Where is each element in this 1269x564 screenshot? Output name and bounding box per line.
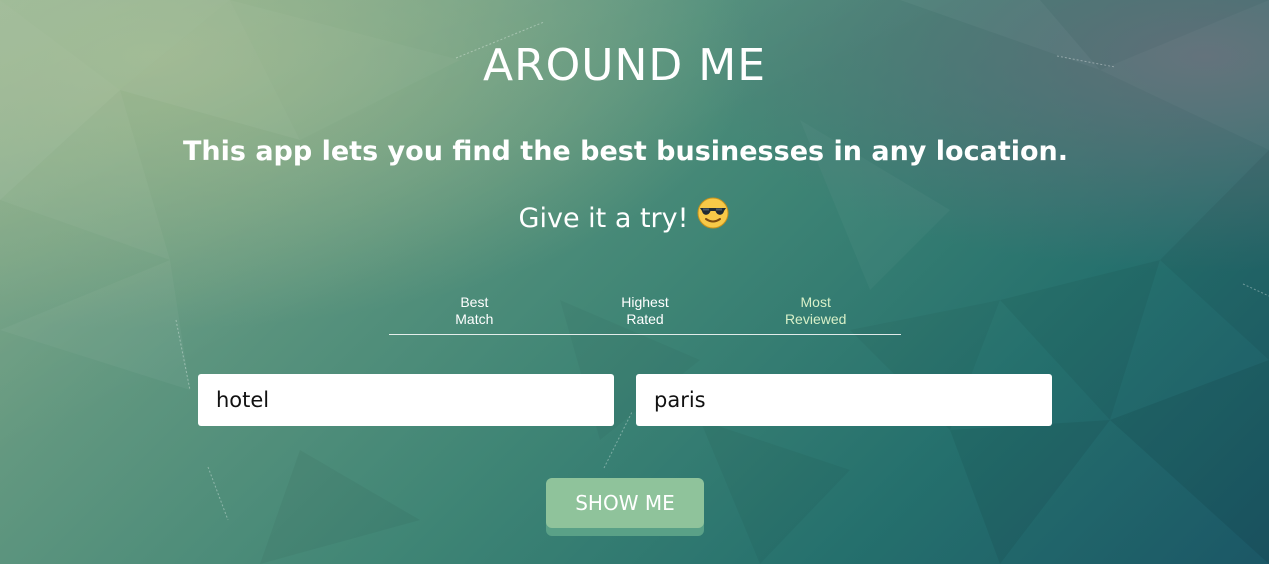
app-description: This app lets you find the best business… [182, 136, 1069, 167]
call-to-action-text: Give it a try! [518, 203, 689, 234]
tab-label-line2: Match [455, 311, 494, 327]
tab-best-match[interactable]: Best Match [389, 294, 560, 334]
tab-label-line1: Best [460, 294, 489, 310]
tab-most-reviewed[interactable]: Most Reviewed [730, 294, 901, 334]
page-title: AROUND ME [482, 40, 767, 91]
tab-label-line1: Highest [621, 294, 669, 310]
tab-highest-rated[interactable]: Highest Rated [560, 294, 731, 334]
search-form [198, 374, 1052, 426]
search-term-input[interactable] [198, 374, 614, 426]
tab-label-line2: Reviewed [784, 311, 847, 327]
sort-tabs: Best Match Highest Rated Most Reviewed [389, 294, 901, 335]
sunglasses-emoji-icon [696, 196, 730, 237]
location-input[interactable] [636, 374, 1052, 426]
tab-label-line2: Rated [626, 311, 664, 327]
tab-label-line1: Most [800, 294, 831, 310]
show-me-button[interactable]: SHOW ME [546, 478, 704, 528]
call-to-action-line: Give it a try! [0, 197, 1249, 237]
